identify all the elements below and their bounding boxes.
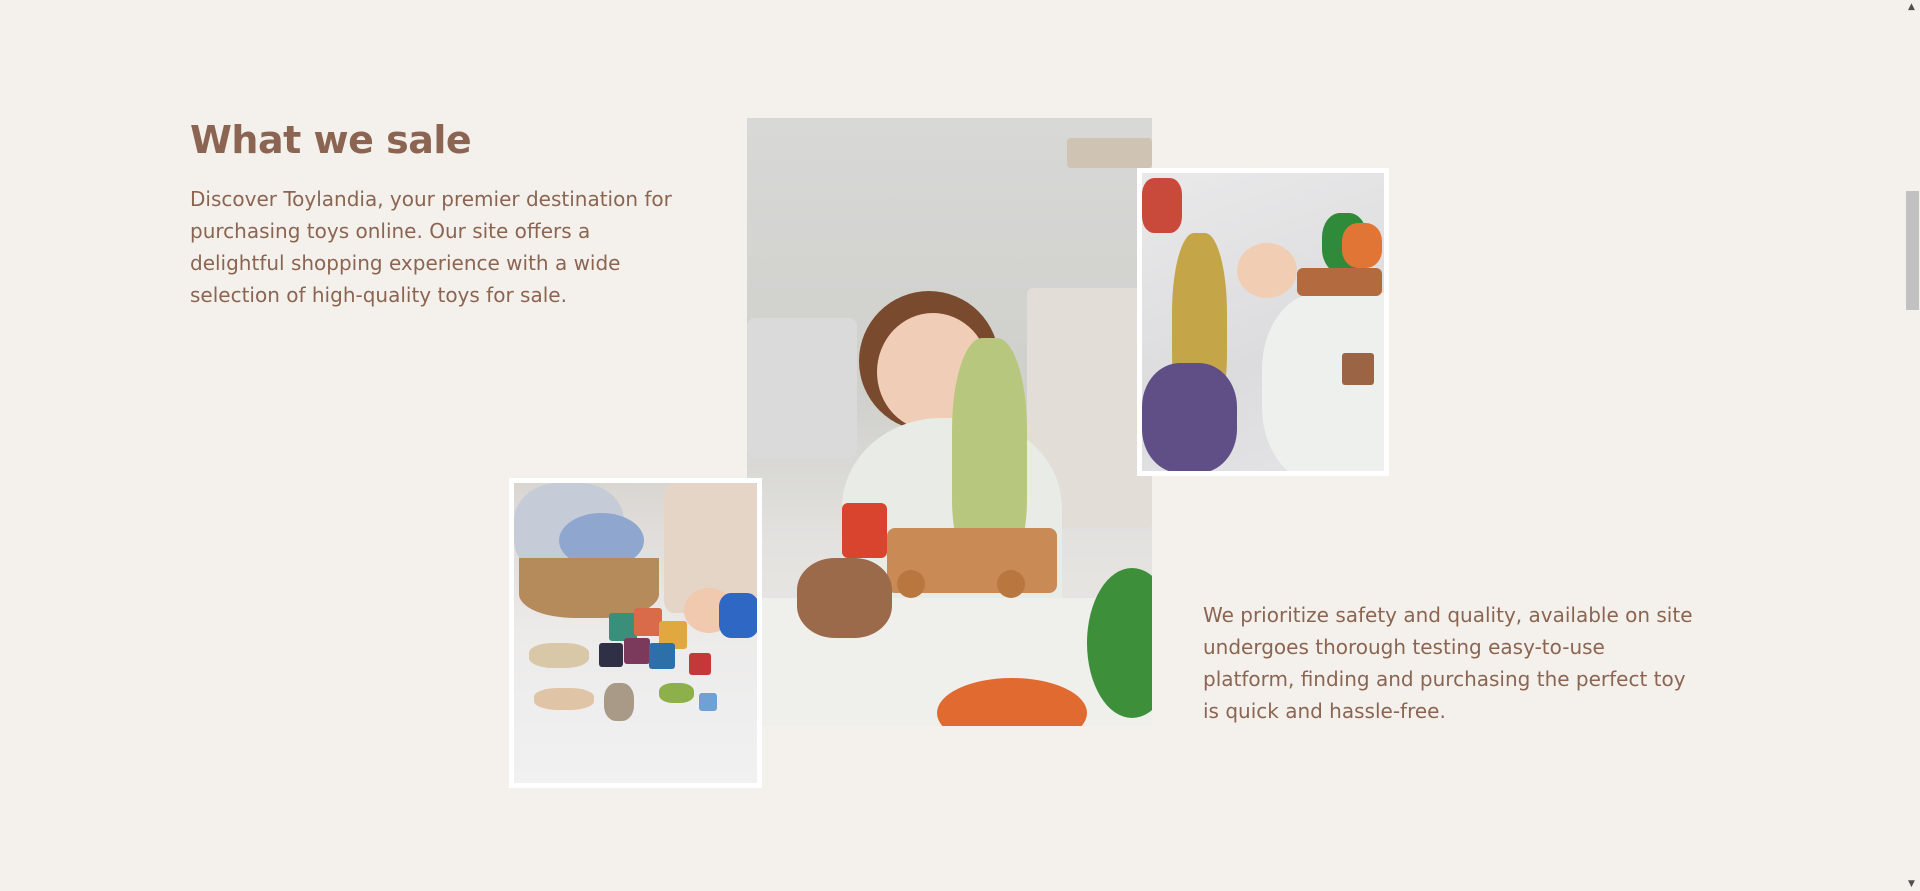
vertical-scrollbar[interactable]: ▲ ▼	[1903, 0, 1920, 891]
outro-paragraph: We prioritize safety and quality, availa…	[1203, 603, 1693, 723]
section-title: What we sale	[190, 118, 472, 162]
main-photo-child-with-toys	[747, 118, 1152, 726]
scroll-down-arrow-icon[interactable]: ▼	[1903, 877, 1920, 891]
right-photo-wooden-dinosaurs	[1137, 168, 1389, 476]
left-photo-toy-basket-and-blocks	[509, 478, 762, 788]
intro-paragraph: Discover Toylandia, your premier destina…	[190, 187, 672, 307]
scrollbar-thumb[interactable]	[1906, 191, 1919, 310]
page: What we sale Discover Toylandia, your pr…	[0, 0, 1920, 891]
scroll-up-arrow-icon[interactable]: ▲	[1903, 0, 1920, 14]
